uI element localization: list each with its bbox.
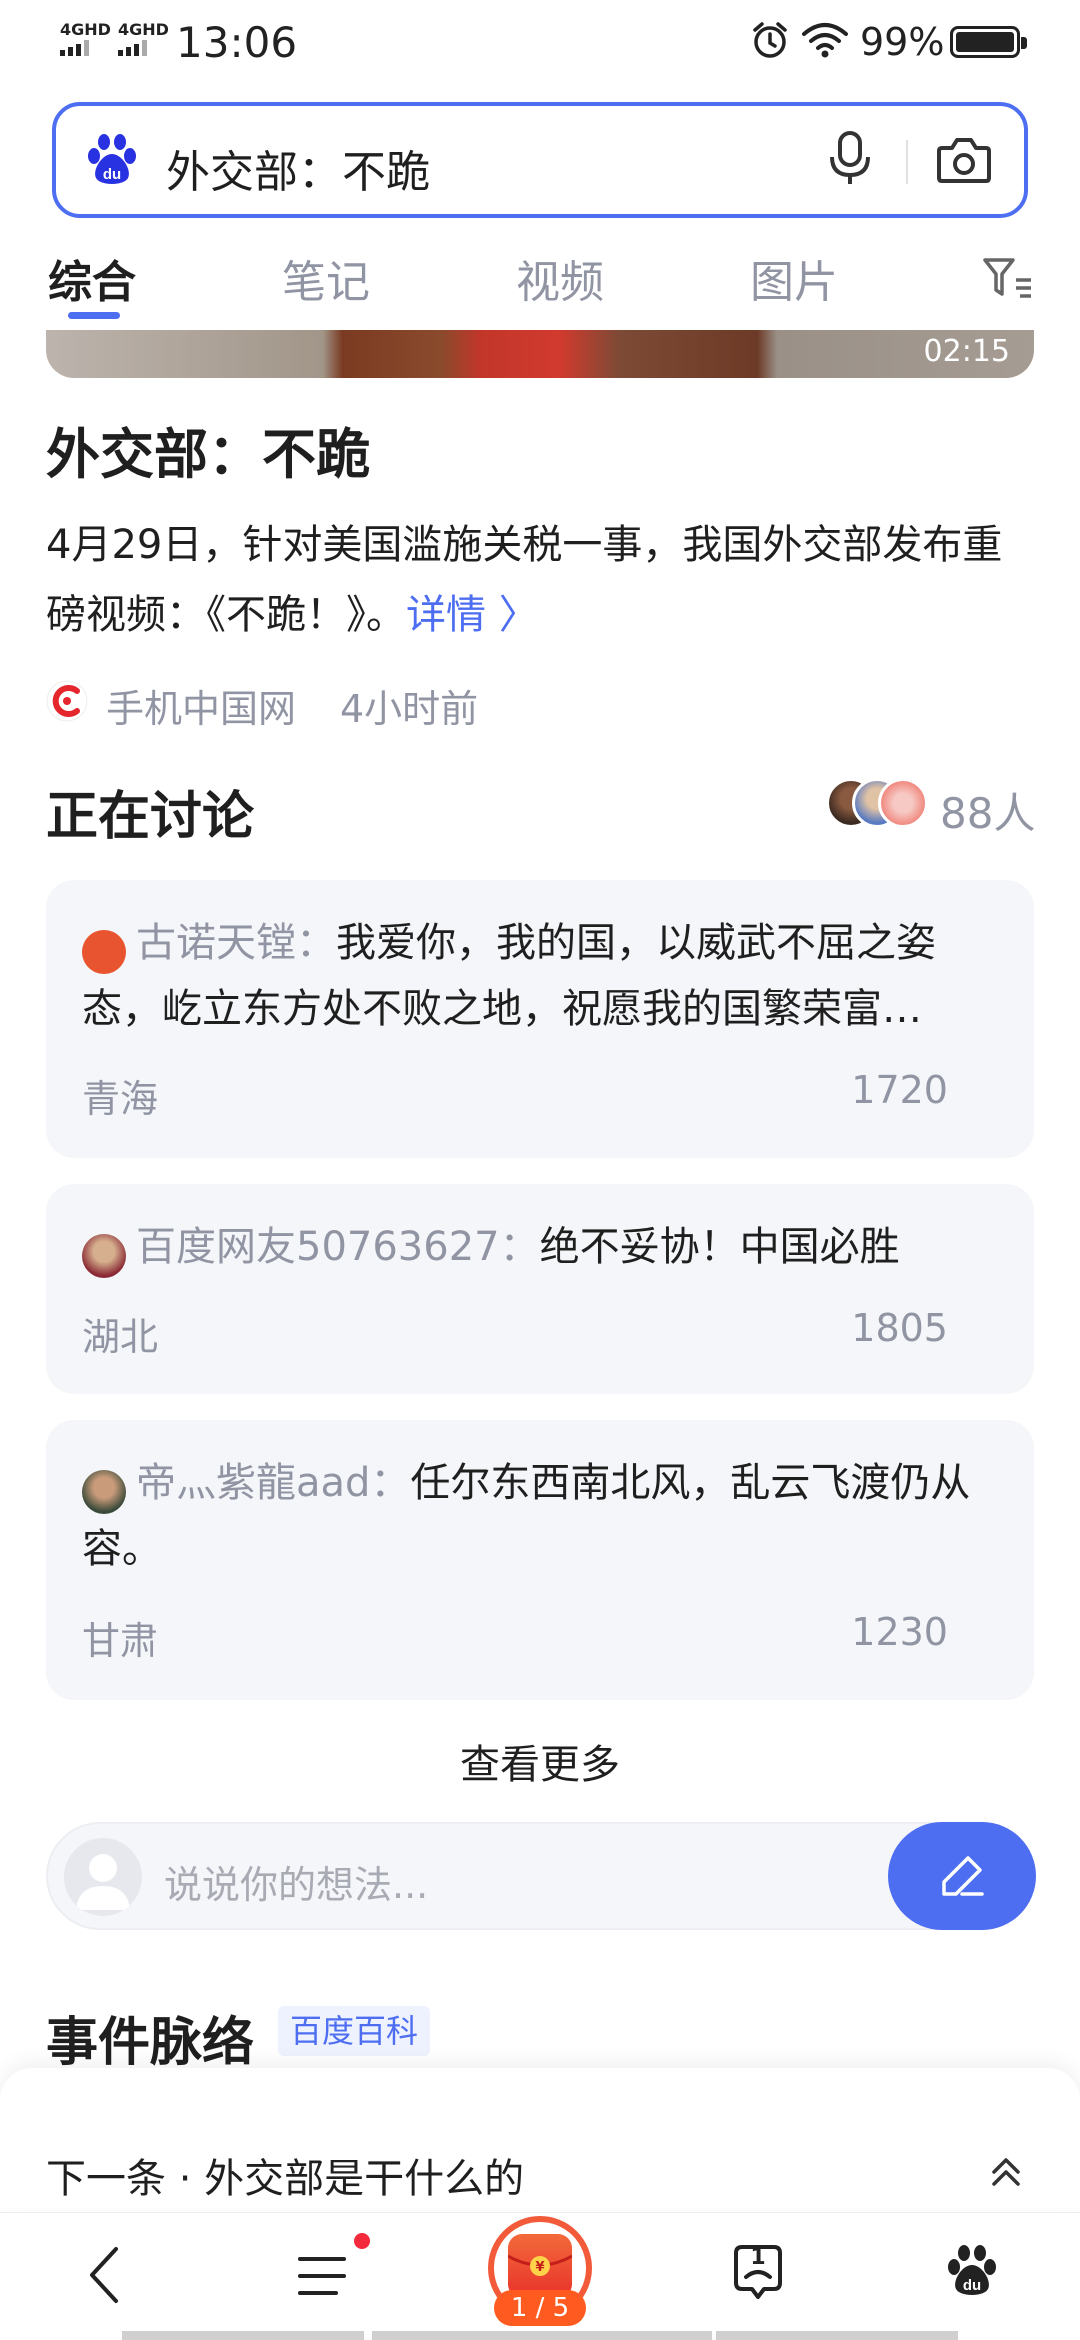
result-tabs: 综合 笔记 视频 图片 xyxy=(0,240,1080,330)
comment-region: 青海 xyxy=(82,1077,159,1121)
comment-username[interactable]: 古诺天镗： xyxy=(136,920,336,966)
svg-text:¥: ¥ xyxy=(535,2260,544,2275)
comment-card[interactable]: 百度网友50763627：绝不妥协！中国必胜 湖北 1805 xyxy=(46,1184,1034,1394)
article-title[interactable]: 外交部：不跪 xyxy=(46,410,370,489)
participant-count: 88人 xyxy=(940,789,1036,838)
article-description: 4月29日，针对美国滥施关税一事，我国外交部发布重磅视频：《不跪！》。详情 〉 xyxy=(46,510,1036,650)
see-more-button[interactable]: 查看更多 xyxy=(0,1732,1080,1790)
participant-avatars[interactable] xyxy=(826,778,936,830)
search-divider xyxy=(906,140,908,184)
comment-username[interactable]: 帝灬紫龍aad： xyxy=(136,1460,410,1506)
baidu-home-icon[interactable]: du xyxy=(944,2243,1000,2299)
video-thumbnail[interactable]: 02:15 xyxy=(46,330,1034,378)
comment-region: 湖北 xyxy=(82,1315,159,1359)
source-name: 手机中国网 xyxy=(106,687,297,731)
red-envelope-icon: ¥ xyxy=(507,2234,573,2298)
tab-comprehensive[interactable]: 综合 xyxy=(48,246,136,310)
detail-link[interactable]: 详情 〉 xyxy=(406,592,539,638)
double-chevron-up-icon[interactable] xyxy=(988,2152,1024,2192)
comment-username[interactable]: 百度网友50763627： xyxy=(136,1224,540,1270)
gesture-bar xyxy=(372,2331,712,2340)
microphone-icon[interactable] xyxy=(828,130,872,186)
tab-images[interactable]: 图片 xyxy=(750,246,838,310)
user-avatar xyxy=(64,1838,142,1916)
avatar xyxy=(878,778,928,828)
video-duration: 02:15 xyxy=(923,334,1010,369)
comment-likes[interactable]: 1720 xyxy=(851,1068,948,1112)
filter-icon[interactable] xyxy=(982,256,1034,300)
signal-strength-icon xyxy=(60,40,89,56)
comment-likes[interactable]: 1805 xyxy=(851,1306,948,1350)
back-icon[interactable] xyxy=(84,2245,124,2305)
baidu-logo-icon: du xyxy=(88,134,136,184)
comment-text: 帝灬紫龍aad：任尔东西南北风，乱云飞渡仍从容。 xyxy=(82,1450,1012,1582)
active-tab-indicator xyxy=(68,312,120,319)
battery-icon xyxy=(950,26,1027,58)
comment-text: 百度网友50763627：绝不妥协！中国必胜 xyxy=(82,1214,1012,1280)
comment-region: 甘肃 xyxy=(82,1619,159,1663)
write-comment-button[interactable] xyxy=(888,1822,1036,1930)
page-indicator: 1 / 5 xyxy=(494,2290,586,2326)
gesture-bar xyxy=(122,2331,364,2340)
pencil-icon xyxy=(942,1856,984,1896)
search-box[interactable]: du 外交部：不跪 xyxy=(52,102,1028,218)
tab-notes[interactable]: 笔记 xyxy=(282,246,370,310)
menu-icon[interactable] xyxy=(296,2253,348,2299)
baike-badge[interactable]: 百度百科 xyxy=(278,2006,431,2056)
svg-text:du: du xyxy=(103,166,121,183)
alarm-icon xyxy=(753,22,787,58)
comment-content: 绝不妥协！中国必胜 xyxy=(539,1224,900,1270)
search-input[interactable]: 外交部：不跪 xyxy=(166,136,430,200)
comment-card[interactable]: 帝灬紫龍aad：任尔东西南北风，乱云飞渡仍从容。 甘肃 1230 xyxy=(46,1420,1034,1700)
next-item-label[interactable]: 下一条 · 外交部是干什么的 xyxy=(46,2146,524,2204)
comment-text: 古诺天镗：我爱你，我的国，以威武不屈之姿态，屹立东方处不败之地，祝愿我的国繁荣富… xyxy=(82,910,1012,1042)
wifi-icon xyxy=(802,23,848,58)
signal-strength-icon xyxy=(118,40,147,56)
status-time: 13:06 xyxy=(176,18,298,67)
svg-text:du: du xyxy=(963,2277,981,2294)
network-type-label: 4GHD xyxy=(60,20,111,39)
camera-icon[interactable] xyxy=(936,134,992,184)
comment-input[interactable]: 说说你的想法... xyxy=(164,1854,428,1909)
publish-time: 4小时前 xyxy=(340,687,479,731)
tab-count: 1 xyxy=(750,2245,766,2270)
default-avatar-icon xyxy=(76,1854,130,1910)
comment-card[interactable]: 古诺天镗：我爱你，我的国，以威武不屈之姿态，屹立东方处不败之地，祝愿我的国繁荣富… xyxy=(46,880,1034,1158)
source-logo-icon xyxy=(46,680,88,722)
network-type-label: 4GHD xyxy=(118,20,169,39)
tab-videos[interactable]: 视频 xyxy=(516,246,604,310)
comment-input-bar[interactable]: 说说你的想法... xyxy=(46,1822,1036,1930)
event-context-title: 事件脉络 xyxy=(46,2013,255,2073)
discussion-title: 正在讨论 xyxy=(46,787,255,847)
status-bar: 4GHD 4GHD 13:06 99% xyxy=(0,0,1080,90)
gesture-bar xyxy=(716,2331,958,2340)
battery-percentage: 99% xyxy=(860,20,945,64)
next-item-panel[interactable]: 下一条 · 外交部是干什么的 xyxy=(0,2068,1080,2208)
notification-dot xyxy=(354,2233,370,2249)
comment-likes[interactable]: 1230 xyxy=(851,1610,948,1654)
